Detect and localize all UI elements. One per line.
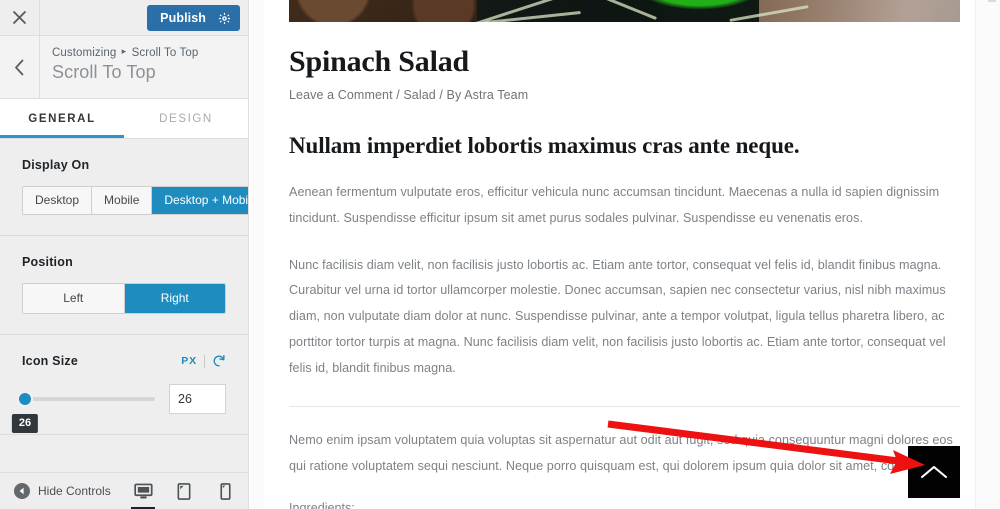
panel-title-block: Customizing ▸ Scroll To Top Scroll To To… bbox=[40, 36, 198, 98]
site-preview-frame: Spinach Salad Leave a Comment / Salad / … bbox=[250, 0, 1000, 509]
screen-root: Publish Customizing ▸ Scroll To Top Scro… bbox=[0, 0, 1000, 509]
slider-value-tooltip: 26 bbox=[11, 414, 39, 433]
customizer-footer: Hide Controls bbox=[0, 472, 248, 509]
icon-size-input[interactable] bbox=[169, 384, 226, 414]
caret-left-circle-icon bbox=[14, 483, 30, 499]
post-meta[interactable]: Leave a Comment / Salad / By Astra Team bbox=[289, 88, 960, 102]
reset-icon[interactable] bbox=[212, 354, 226, 368]
gear-icon[interactable] bbox=[217, 5, 240, 31]
breadcrumb: Customizing ▸ Scroll To Top bbox=[52, 46, 198, 59]
publish-button[interactable]: Publish bbox=[147, 5, 217, 31]
control-label-display-on: Display On bbox=[22, 158, 90, 172]
desktop-icon[interactable] bbox=[128, 473, 158, 509]
customizer-tabs: GENERAL DESIGN bbox=[0, 99, 248, 139]
scroll-to-top-button[interactable] bbox=[908, 446, 960, 498]
icon-size-header: Icon Size PX bbox=[22, 354, 226, 368]
icon-size-slider[interactable]: 26 bbox=[11, 391, 155, 433]
display-on-option-mobile[interactable]: Mobile bbox=[92, 187, 153, 214]
chevron-left-icon[interactable] bbox=[0, 36, 40, 98]
hide-controls-button[interactable]: Hide Controls bbox=[14, 483, 111, 499]
post-paragraph-1: Aenean fermentum vulputate eros, efficit… bbox=[289, 185, 940, 225]
slider-thumb[interactable] bbox=[17, 391, 33, 407]
device-preview-switcher bbox=[128, 473, 240, 509]
icon-size-slider-row: 26 bbox=[11, 384, 226, 433]
breadcrumb-prefix: Customizing bbox=[52, 47, 117, 59]
ingredients-heading: Ingredients: bbox=[289, 501, 355, 509]
wordpress-customizer-sidebar: Publish Customizing ▸ Scroll To Top Scro… bbox=[0, 0, 249, 509]
position-option-left[interactable]: Left bbox=[23, 284, 125, 313]
preview-left-gutter bbox=[250, 0, 264, 509]
post-article: Spinach Salad Leave a Comment / Salad / … bbox=[289, 22, 960, 509]
icon-size-unit-controls: PX bbox=[181, 354, 226, 368]
chevron-up-icon bbox=[920, 465, 948, 479]
spinach-salad-photo bbox=[289, 0, 960, 22]
position-button-group: Left Right bbox=[22, 283, 226, 314]
preview-scrollbar[interactable] bbox=[975, 0, 1000, 509]
customizer-controls: Display On Desktop Mobile Desktop + Mobi… bbox=[0, 139, 248, 472]
page-title: Scroll To Top bbox=[52, 62, 156, 82]
tab-design[interactable]: DESIGN bbox=[124, 99, 248, 138]
post-title: Spinach Salad bbox=[289, 45, 469, 78]
control-display-on: Display On Desktop Mobile Desktop + Mobi… bbox=[0, 139, 248, 236]
control-icon-size: Icon Size PX 26 26 bbox=[0, 335, 248, 435]
customizer-header: Publish bbox=[0, 0, 248, 36]
unit-px-button[interactable]: PX bbox=[181, 355, 197, 367]
display-on-option-desktop-mobile[interactable]: Desktop + Mobile bbox=[152, 187, 248, 214]
mobile-icon[interactable] bbox=[210, 473, 240, 509]
display-on-button-group: Desktop Mobile Desktop + Mobile bbox=[22, 186, 248, 215]
post-paragraph-2: Nunc facilisis diam velit, non facilisis… bbox=[289, 257, 946, 375]
display-on-option-desktop[interactable]: Desktop bbox=[23, 187, 93, 214]
divider bbox=[204, 354, 205, 368]
hide-controls-label: Hide Controls bbox=[38, 484, 111, 498]
breadcrumb-separator-icon: ▸ bbox=[121, 46, 127, 56]
control-label-icon-size: Icon Size bbox=[22, 354, 78, 368]
post-heading: Nullam imperdiet lobortis maximus cras a… bbox=[289, 133, 800, 158]
position-option-right[interactable]: Right bbox=[124, 284, 225, 313]
tab-general[interactable]: GENERAL bbox=[0, 99, 124, 138]
close-icon[interactable] bbox=[0, 0, 40, 36]
scrollbar-thumb[interactable] bbox=[988, 0, 996, 2]
breadcrumb-section: Scroll To Top bbox=[131, 47, 199, 59]
divider bbox=[289, 405, 960, 407]
publish-button-group[interactable]: Publish bbox=[147, 5, 240, 31]
post-paragraph-3: Nemo enim ipsam voluptatem quia voluptas… bbox=[289, 432, 953, 473]
control-position: Position Left Right bbox=[0, 236, 248, 335]
featured-image bbox=[289, 0, 960, 22]
control-label-position: Position bbox=[22, 255, 73, 269]
customizer-panel-header: Customizing ▸ Scroll To Top Scroll To To… bbox=[0, 36, 248, 99]
tablet-icon[interactable] bbox=[169, 473, 199, 509]
